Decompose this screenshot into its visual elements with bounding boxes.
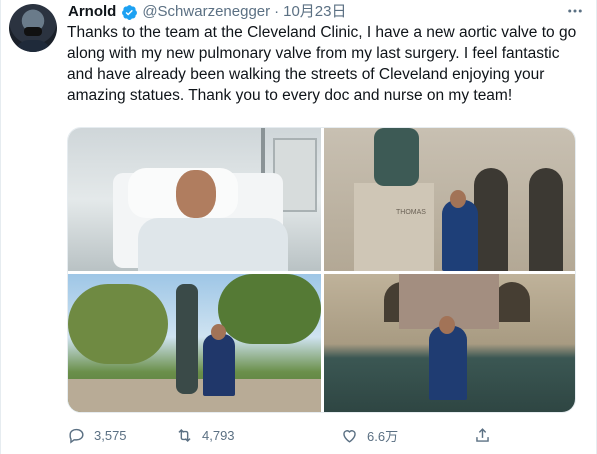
heart-icon bbox=[343, 429, 356, 443]
person-jacket bbox=[429, 326, 467, 400]
frame-left bbox=[0, 0, 1, 454]
reply-count: 3,575 bbox=[94, 427, 127, 443]
reply-button[interactable]: 3,575 bbox=[67, 424, 127, 446]
tweet-header: Arnold @Schwarzenegger · 10月23日 bbox=[68, 3, 347, 21]
tweet-actions: 3,575 4,793 6.6万 bbox=[67, 424, 497, 446]
building-arch bbox=[494, 282, 530, 322]
more-options-icon[interactable] bbox=[565, 2, 585, 22]
tree-cluster bbox=[68, 284, 168, 364]
retweet-button[interactable]: 4,793 bbox=[175, 424, 235, 446]
monument-wall-photo[interactable] bbox=[324, 274, 575, 412]
reply-icon bbox=[69, 428, 84, 444]
author-handle[interactable]: @Schwarzenegger bbox=[142, 3, 270, 21]
person-head bbox=[439, 316, 455, 334]
patient-head bbox=[176, 170, 216, 218]
retweet-icon bbox=[178, 428, 191, 442]
avatar-shirt bbox=[15, 40, 51, 52]
building-arch bbox=[529, 168, 563, 271]
tweet-text: Thanks to the team at the Cleveland Clin… bbox=[67, 24, 581, 104]
building-arch bbox=[474, 168, 508, 271]
media-grid: THOMAS bbox=[67, 127, 576, 413]
person-head bbox=[450, 190, 466, 208]
share-icon bbox=[476, 427, 489, 442]
park-statue-photo[interactable] bbox=[68, 274, 321, 412]
share-button[interactable] bbox=[473, 424, 500, 446]
person-jacket bbox=[442, 200, 478, 271]
like-button[interactable]: 6.6万 bbox=[340, 424, 398, 446]
patient-gown bbox=[138, 218, 288, 271]
tree-cluster bbox=[218, 274, 321, 344]
tall-statue bbox=[176, 284, 198, 394]
avatar-mask bbox=[24, 27, 42, 36]
separator-dot: · bbox=[274, 3, 280, 20]
author-name[interactable]: Arnold bbox=[68, 3, 116, 21]
bronze-statue bbox=[374, 128, 419, 186]
avatar[interactable] bbox=[9, 4, 57, 52]
person-head bbox=[211, 324, 226, 340]
tweet-date[interactable]: 10月23日 bbox=[283, 3, 346, 21]
retweet-count: 4,793 bbox=[202, 427, 235, 443]
like-count: 6.6万 bbox=[367, 428, 399, 444]
plaque-text: THOMAS bbox=[396, 209, 426, 216]
person-jacket bbox=[203, 334, 235, 396]
verified-badge-icon bbox=[121, 4, 138, 21]
hospital-bed-photo[interactable] bbox=[68, 128, 321, 271]
statue-pedestal: THOMAS bbox=[354, 183, 434, 271]
statue-building-photo[interactable]: THOMAS bbox=[324, 128, 575, 271]
